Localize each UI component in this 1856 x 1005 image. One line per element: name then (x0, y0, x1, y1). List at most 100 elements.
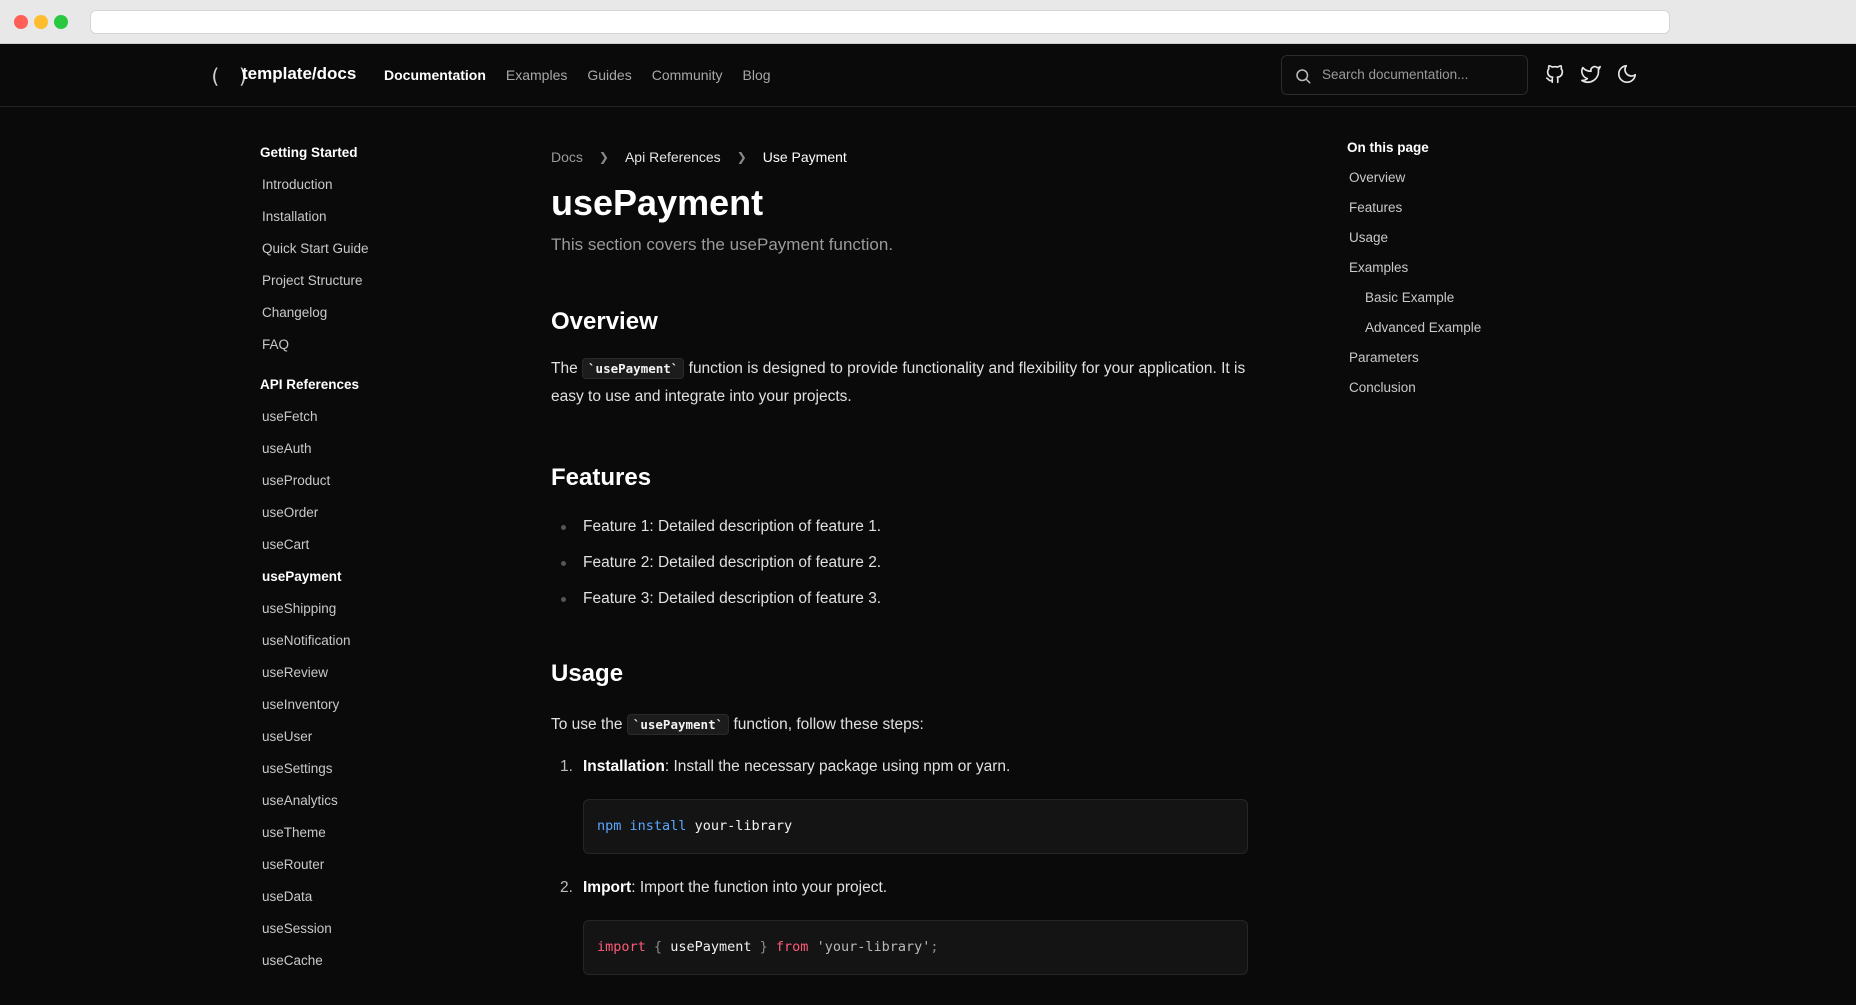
sidebar-item-useinventory[interactable]: useInventory (262, 697, 460, 729)
toc-item-conclusion[interactable]: Conclusion (1349, 380, 1567, 410)
toc-item-examples[interactable]: Examples (1349, 260, 1567, 290)
breadcrumb: Docs ❯ Api References ❯ Use Payment (551, 145, 1251, 169)
sidebar-item-useuser[interactable]: useUser (262, 729, 460, 761)
breadcrumb-api-references[interactable]: Api References (625, 149, 721, 165)
search-icon (1296, 69, 1311, 84)
step-text: : Install the necessary package using np… (664, 758, 1011, 775)
page-lead: This section covers the usePayment funct… (551, 235, 894, 254)
list-item: Feature 3: Detailed description of featu… (551, 589, 1251, 625)
code-token: } (759, 939, 768, 955)
section-heading-features: Features (551, 464, 652, 491)
code-block-install[interactable]: npm install your-library (583, 799, 1248, 854)
step-text: : Import the function into your project. (631, 879, 888, 896)
main-nav: Documentation Examples Guides Community … (384, 67, 771, 83)
main-content: Docs ❯ Api References ❯ Use Payment useP… (551, 145, 1251, 975)
sidebar-item-usesession[interactable]: useSession (262, 921, 460, 953)
list-item: Feature 2: Detailed description of featu… (551, 553, 1251, 589)
sidebar-group-api-references: API References (260, 377, 360, 392)
maximize-window-button[interactable] (54, 15, 68, 29)
breadcrumb-current: Use Payment (762, 149, 847, 165)
sidebar-item-changelog[interactable]: Changelog (262, 305, 460, 337)
nav-link-guides[interactable]: Guides (587, 67, 631, 83)
nav-link-documentation[interactable]: Documentation (384, 67, 486, 83)
toc-title: On this page (1347, 140, 1429, 155)
code-token: install (629, 818, 687, 834)
overview-paragraph: The `usePayment` function is designed to… (551, 355, 1251, 411)
step-label: Import (583, 879, 632, 896)
page-title: usePayment (551, 182, 764, 223)
browser-titlebar (0, 0, 1856, 44)
nav-link-examples[interactable]: Examples (506, 67, 567, 83)
chevron-right-icon: ❯ (736, 150, 747, 164)
sidebar-item-usetheme[interactable]: useTheme (262, 825, 460, 857)
inline-code: `usePayment` (626, 714, 730, 735)
twitter-icon[interactable] (1580, 63, 1602, 85)
sidebar-item-useproduct[interactable]: useProduct (262, 473, 460, 505)
sidebar-item-usecart[interactable]: useCart (262, 537, 460, 569)
code-token: usePayment (670, 939, 752, 955)
usage-text-pre: To use the (551, 716, 627, 733)
sidebar-item-usecache[interactable]: useCache (262, 953, 460, 985)
code-token: npm (597, 818, 622, 834)
browser-window: ( ) template/docs Documentation Examples… (0, 0, 1856, 1005)
chevron-right-icon: ❯ (598, 150, 609, 164)
table-of-contents: On this page Overview Features Usage Exa… (1347, 140, 1567, 410)
toc-item-features[interactable]: Features (1349, 200, 1567, 230)
sidebar-item-usenotification[interactable]: useNotification (262, 633, 460, 665)
moon-icon[interactable] (1616, 63, 1638, 85)
usage-text-post: function, follow these steps: (729, 716, 924, 733)
sidebar-item-usereview[interactable]: useReview (262, 665, 460, 697)
sidebar-item-usefetch[interactable]: useFetch (262, 409, 460, 441)
code-token: 'your-library' (816, 939, 931, 955)
toc-item-parameters[interactable]: Parameters (1349, 350, 1567, 380)
top-navigation: ( ) template/docs Documentation Examples… (0, 44, 1856, 107)
address-bar[interactable] (90, 10, 1670, 34)
nav-link-community[interactable]: Community (652, 67, 723, 83)
sidebar: Getting Started Introduction Installatio… (260, 145, 460, 985)
github-icon[interactable] (1544, 63, 1566, 85)
sidebar-item-faq[interactable]: FAQ (262, 337, 460, 369)
sidebar-item-useshipping[interactable]: useShipping (262, 601, 460, 633)
code-token: { (653, 939, 663, 955)
sidebar-item-useorder[interactable]: useOrder (262, 505, 460, 537)
inline-code: `usePayment` (582, 358, 685, 379)
sidebar-item-introduction[interactable]: Introduction (262, 177, 460, 209)
list-item: Feature 1: Detailed description of featu… (551, 517, 1251, 553)
sidebar-item-useauth[interactable]: useAuth (262, 441, 460, 473)
usage-paragraph: To use the `usePayment` function, follow… (551, 711, 1251, 739)
overview-text-pre: The (551, 360, 583, 377)
sidebar-item-usedata[interactable]: useData (262, 889, 460, 921)
sidebar-item-installation[interactable]: Installation (262, 209, 460, 241)
nav-link-blog[interactable]: Blog (743, 67, 771, 83)
sidebar-item-userouter[interactable]: useRouter (262, 857, 460, 889)
code-token: ; (930, 939, 939, 955)
minimize-window-button[interactable] (34, 15, 48, 29)
usage-step-import: 2. Import: Import the function into your… (551, 878, 1251, 898)
sidebar-item-useanalytics[interactable]: useAnalytics (262, 793, 460, 825)
code-token: import (597, 939, 646, 955)
toc-item-overview[interactable]: Overview (1349, 170, 1567, 200)
code-block-import[interactable]: import { usePayment } from 'your-library… (583, 920, 1248, 975)
step-number: 1. (560, 758, 573, 775)
close-window-button[interactable] (14, 15, 28, 29)
sidebar-item-project-structure[interactable]: Project Structure (262, 273, 460, 305)
site-logo[interactable]: template/docs (242, 64, 356, 84)
toc-item-usage[interactable]: Usage (1349, 230, 1567, 260)
step-label: Installation (583, 758, 665, 775)
toc-item-advanced-example[interactable]: Advanced Example (1365, 320, 1567, 350)
section-heading-overview: Overview (551, 308, 658, 335)
breadcrumb-docs[interactable]: Docs (551, 149, 583, 165)
sidebar-group-getting-started: Getting Started (260, 145, 358, 160)
search-input[interactable]: Search documentation... (1281, 55, 1528, 95)
code-token: from (775, 939, 809, 955)
sidebar-item-usesettings[interactable]: useSettings (262, 761, 460, 793)
usage-step-installation: 1. Installation: Install the necessary p… (551, 757, 1251, 777)
sidebar-item-usepayment[interactable]: usePayment (262, 569, 460, 601)
code-token: your-library (694, 818, 793, 834)
section-heading-usage: Usage (551, 660, 624, 687)
step-number: 2. (560, 879, 573, 896)
sidebar-item-quick-start-guide[interactable]: Quick Start Guide (262, 241, 460, 273)
toc-item-basic-example[interactable]: Basic Example (1365, 290, 1567, 320)
features-list: Feature 1: Detailed description of featu… (551, 517, 1251, 625)
